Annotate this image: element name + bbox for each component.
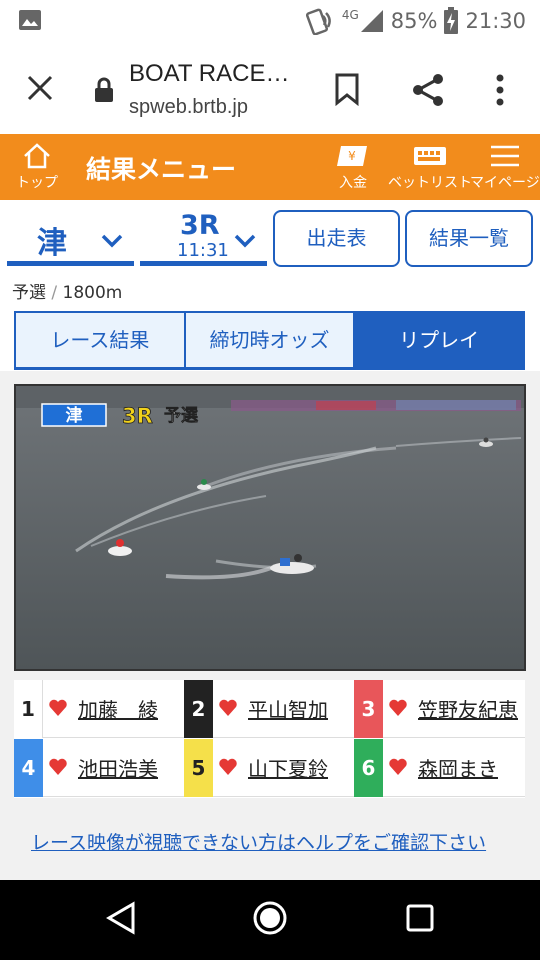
- lock-icon: [95, 77, 113, 102]
- signal-icon: [360, 10, 383, 32]
- share-icon[interactable]: [410, 72, 446, 108]
- tab-closing-odds[interactable]: 締切時オッズ: [185, 311, 356, 369]
- race-select[interactable]: 3R 11:31: [140, 210, 267, 266]
- racer-name[interactable]: 森岡まき: [418, 753, 498, 782]
- svg-text:¥: ¥: [348, 149, 356, 163]
- browser-toolbar: BOAT RACE… spweb.brtb.jp: [0, 42, 540, 134]
- status-bar: 4G 85% 21:30: [0, 0, 540, 42]
- venue-select[interactable]: 津: [7, 210, 134, 266]
- racer-item[interactable]: 1 加藤 綾: [14, 680, 184, 738]
- favorite-heart-icon[interactable]: [48, 757, 68, 777]
- race-info: 予選 / 1800m: [12, 278, 122, 303]
- battery-charging-icon: [444, 7, 459, 34]
- video-venue-badge: 津: [66, 405, 83, 426]
- back-icon[interactable]: [105, 900, 137, 936]
- racer-number: 4: [14, 739, 43, 797]
- race-number: 3R: [180, 210, 220, 241]
- chevron-down-icon: [101, 234, 123, 248]
- racer-item[interactable]: 5 山下夏鈴: [184, 739, 354, 797]
- racer-number: 3: [354, 680, 383, 738]
- favorite-heart-icon[interactable]: [388, 698, 408, 718]
- tab-underline: [14, 367, 525, 370]
- racer-name[interactable]: 池田浩美: [78, 753, 158, 782]
- race-video-frame: 津 3R 予選: [16, 386, 524, 669]
- chevron-down-icon: [234, 234, 256, 248]
- hamburger-menu-icon: [490, 145, 519, 167]
- close-icon[interactable]: [24, 72, 56, 104]
- race-selector-row: 津 3R 11:31 出走表 結果一覧: [0, 200, 540, 270]
- betlist-button[interactable]: ベットリスト: [388, 144, 472, 192]
- favorite-heart-icon[interactable]: [218, 757, 238, 777]
- clock: 21:30: [465, 9, 526, 33]
- racer-list: 1 加藤 綾 2 平山智加 3 笠野友紀恵 4 池田浩美 5 山下夏鈴 6 森岡…: [14, 680, 525, 798]
- racer-item[interactable]: 2 平山智加: [184, 680, 354, 738]
- home-button[interactable]: トップ: [14, 142, 60, 198]
- tab-replay[interactable]: リプレイ: [355, 311, 526, 369]
- url-text[interactable]: spweb.brtb.jp: [129, 96, 248, 119]
- race-distance: 1800m: [62, 283, 123, 303]
- results-list-button[interactable]: 結果一覧: [405, 210, 533, 267]
- gallery-notification-icon: [19, 10, 41, 30]
- racer-number: 2: [184, 680, 213, 738]
- replay-video[interactable]: 津 3R 予選: [14, 384, 526, 671]
- racer-name[interactable]: 加藤 綾: [78, 694, 158, 723]
- status-right: 4G 85% 21:30: [305, 6, 526, 36]
- deposit-button[interactable]: ¥ 入金: [336, 144, 370, 192]
- race-time: 11:31: [177, 240, 229, 261]
- race-type: 予選: [12, 283, 46, 303]
- menu-title: 結果メニュー: [86, 155, 237, 184]
- video-help-link[interactable]: レース映像が視聴できない方はヘルプをご確認下さい: [31, 828, 486, 855]
- race-info-separator: /: [51, 283, 58, 303]
- recents-icon[interactable]: [404, 900, 436, 936]
- site-header: トップ 結果メニュー ¥ 入金 ベットリスト マイページ: [0, 134, 540, 200]
- video-type-badge: 予選: [164, 406, 198, 426]
- page-title: BOAT RACE…: [129, 60, 290, 87]
- bookmark-icon[interactable]: [332, 72, 362, 106]
- racer-number: 6: [354, 739, 383, 797]
- nfc-icon: [305, 8, 331, 35]
- more-options-icon[interactable]: [490, 72, 510, 108]
- racer-item[interactable]: 6 森岡まき: [354, 739, 525, 797]
- network-type: 4G: [341, 8, 359, 22]
- racer-item[interactable]: 3 笠野友紀恵: [354, 680, 525, 738]
- racer-item[interactable]: 4 池田浩美: [14, 739, 184, 797]
- deposit-icon: ¥: [337, 146, 367, 166]
- deposit-label: 入金: [339, 175, 367, 191]
- home-circle-icon[interactable]: [252, 900, 288, 936]
- betlist-icon: [414, 147, 446, 165]
- video-race-badge: 3R: [122, 404, 153, 428]
- racer-number: 5: [184, 739, 213, 797]
- racer-name[interactable]: 平山智加: [248, 694, 328, 723]
- favorite-heart-icon[interactable]: [388, 757, 408, 777]
- favorite-heart-icon[interactable]: [48, 698, 68, 718]
- racer-name[interactable]: 山下夏鈴: [248, 753, 328, 782]
- entries-button[interactable]: 出走表: [273, 210, 400, 267]
- battery-percent: 85%: [390, 9, 438, 33]
- result-tabs: レース結果 締切時オッズ リプレイ: [14, 311, 526, 369]
- home-icon: [24, 143, 50, 169]
- racer-name[interactable]: 笠野友紀恵: [418, 694, 518, 723]
- betlist-label: ベットリスト: [388, 175, 472, 191]
- venue-value: 津: [37, 226, 67, 261]
- mypage-label: マイページ: [470, 175, 540, 191]
- racer-number: 1: [14, 680, 43, 738]
- favorite-heart-icon[interactable]: [218, 698, 238, 718]
- mypage-button[interactable]: マイページ: [470, 144, 540, 192]
- home-label: トップ: [16, 175, 58, 191]
- tab-race-result[interactable]: レース結果: [14, 311, 186, 369]
- android-nav-bar: [0, 880, 540, 960]
